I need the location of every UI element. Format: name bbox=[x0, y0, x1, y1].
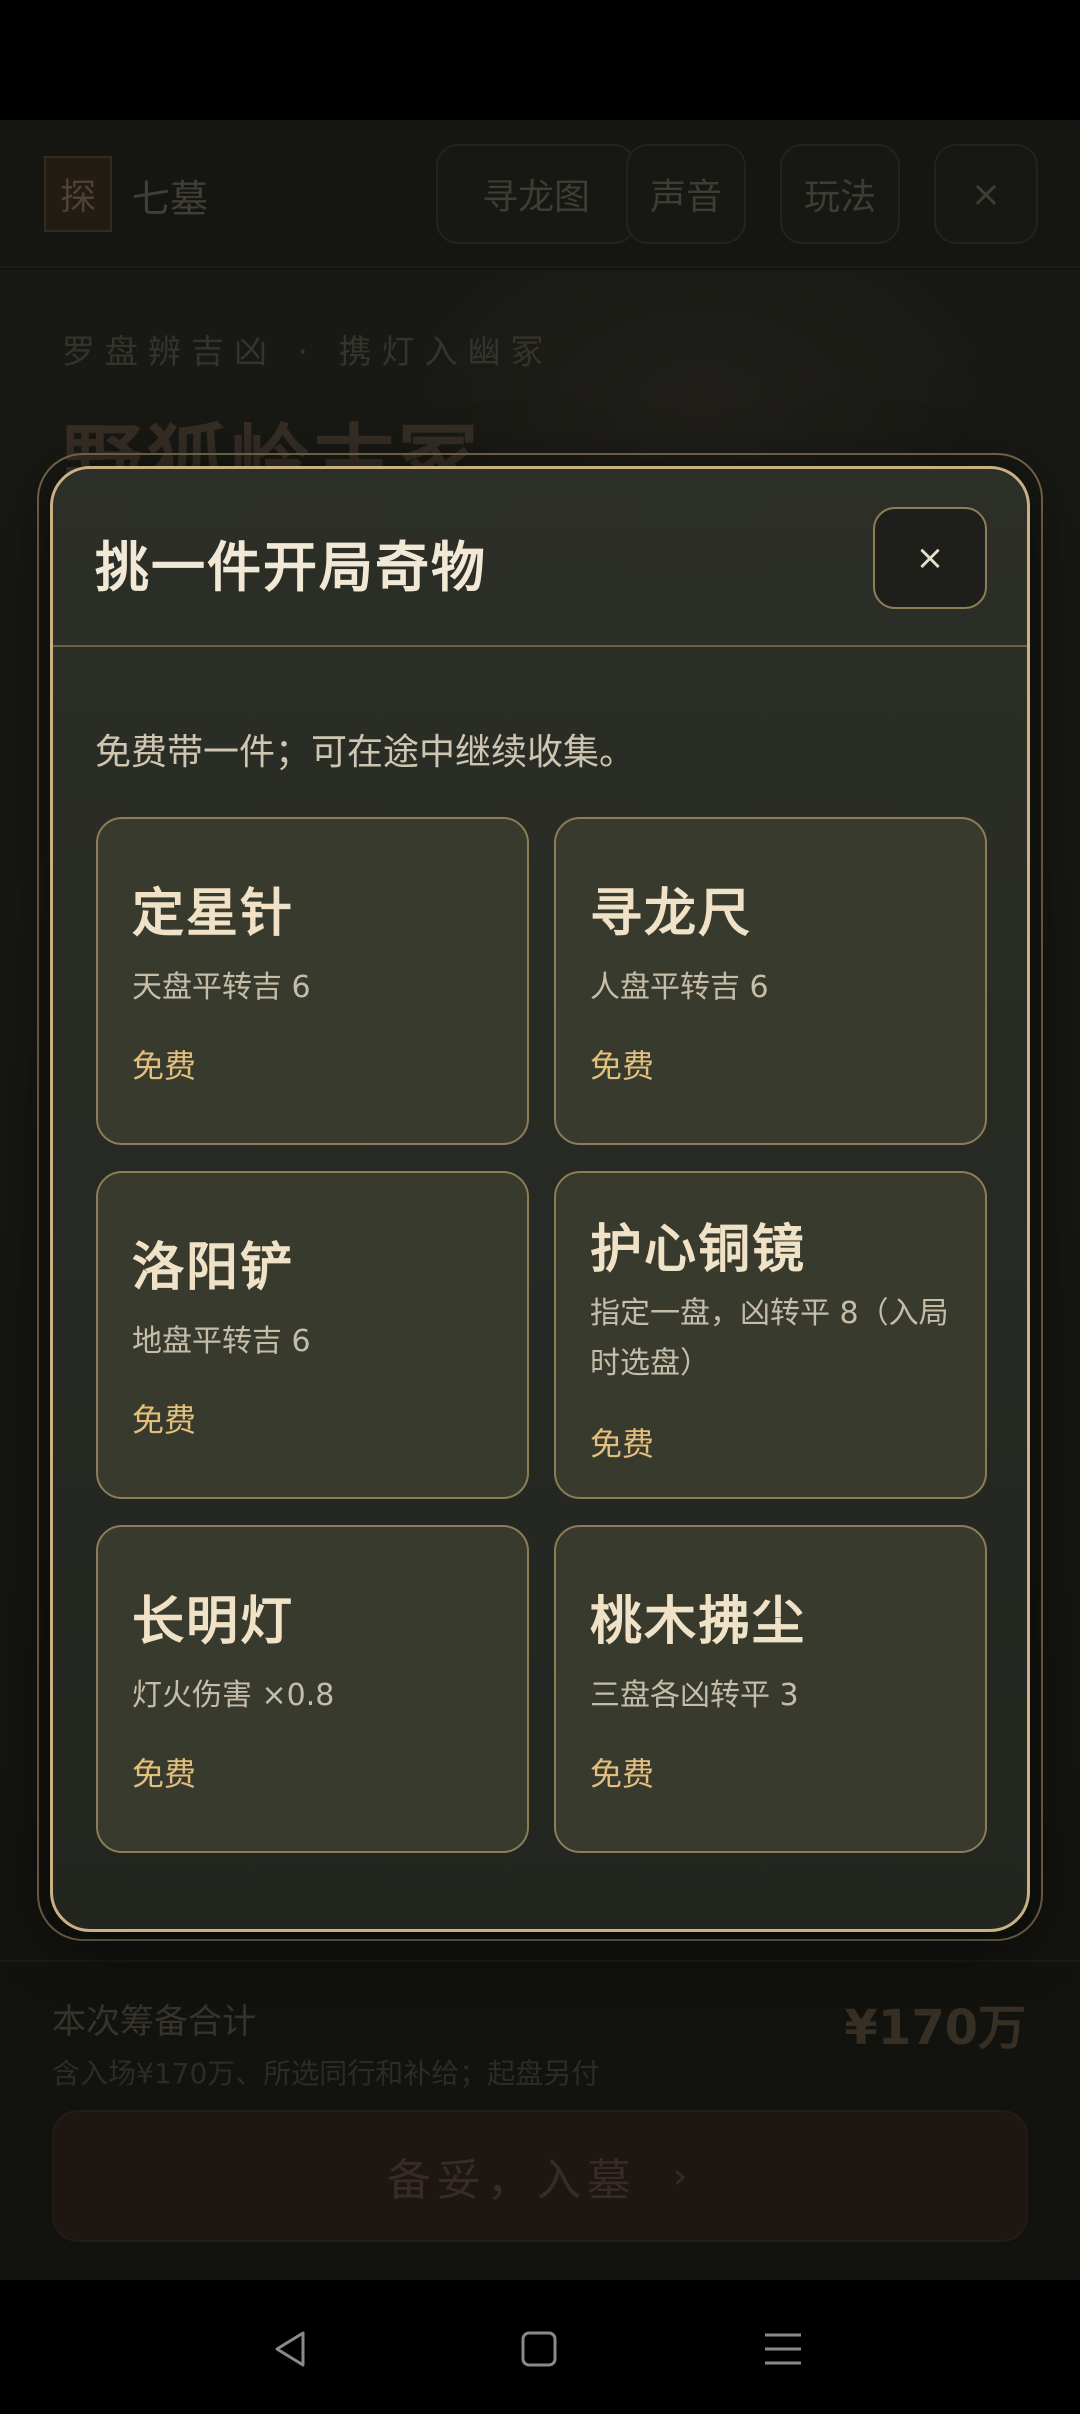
modal-title: 挑一件开局奇物 bbox=[95, 536, 487, 599]
item-name: 定星针 bbox=[132, 884, 295, 944]
item-price: 免费 bbox=[132, 1755, 197, 1793]
item-effect: 三盘各凶转平 3 bbox=[590, 1678, 799, 1713]
item-card-xunlongchi[interactable]: 寻龙尺 人盘平转吉 6 免费 bbox=[554, 817, 987, 1145]
back-icon[interactable] bbox=[246, 2304, 336, 2394]
item-card-huxintongjing[interactable]: 护心铜镜 指定一盘，凶转平 8（入局时选盘） 免费 bbox=[554, 1171, 987, 1499]
item-effect: 地盘平转吉 6 bbox=[132, 1324, 311, 1359]
item-name: 寻龙尺 bbox=[590, 884, 753, 944]
item-effect: 灯火伤害 ×0.8 bbox=[132, 1678, 335, 1713]
item-price: 免费 bbox=[590, 1047, 655, 1085]
item-price: 免费 bbox=[132, 1047, 197, 1085]
item-card-dingxingzhen[interactable]: 定星针 天盘平转吉 6 免费 bbox=[96, 817, 529, 1145]
item-price: 免费 bbox=[590, 1425, 655, 1463]
modal-header: 挑一件开局奇物 × bbox=[53, 469, 1027, 647]
modal-close-button[interactable]: × bbox=[873, 507, 987, 609]
status-bar bbox=[0, 0, 1080, 120]
item-effect: 人盘平转吉 6 bbox=[590, 970, 769, 1005]
system-nav-bar bbox=[0, 2280, 1080, 2414]
item-name: 护心铜镜 bbox=[590, 1220, 807, 1280]
item-effect: 指定一盘，凶转平 8（入局时选盘） bbox=[590, 1296, 949, 1381]
menu-icon[interactable] bbox=[738, 2304, 828, 2394]
modal-description: 免费带一件；可在途中继续收集。 bbox=[95, 732, 636, 773]
item-name: 长明灯 bbox=[132, 1592, 295, 1652]
home-icon[interactable] bbox=[494, 2304, 584, 2394]
item-effect: 天盘平转吉 6 bbox=[132, 970, 311, 1005]
item-price: 免费 bbox=[590, 1755, 655, 1793]
item-card-changmingdeng[interactable]: 长明灯 灯火伤害 ×0.8 免费 bbox=[96, 1525, 529, 1853]
item-name: 洛阳铲 bbox=[132, 1238, 295, 1298]
item-card-taomufuchen[interactable]: 桃木拂尘 三盘各凶转平 3 免费 bbox=[554, 1525, 987, 1853]
item-card-luoyangchan[interactable]: 洛阳铲 地盘平转吉 6 免费 bbox=[96, 1171, 529, 1499]
item-name: 桃木拂尘 bbox=[590, 1592, 807, 1652]
item-price: 免费 bbox=[132, 1401, 197, 1439]
item-picker-modal: 挑一件开局奇物 × 免费带一件；可在途中继续收集。 定星针 天盘平转吉 6 免费… bbox=[50, 466, 1030, 1932]
